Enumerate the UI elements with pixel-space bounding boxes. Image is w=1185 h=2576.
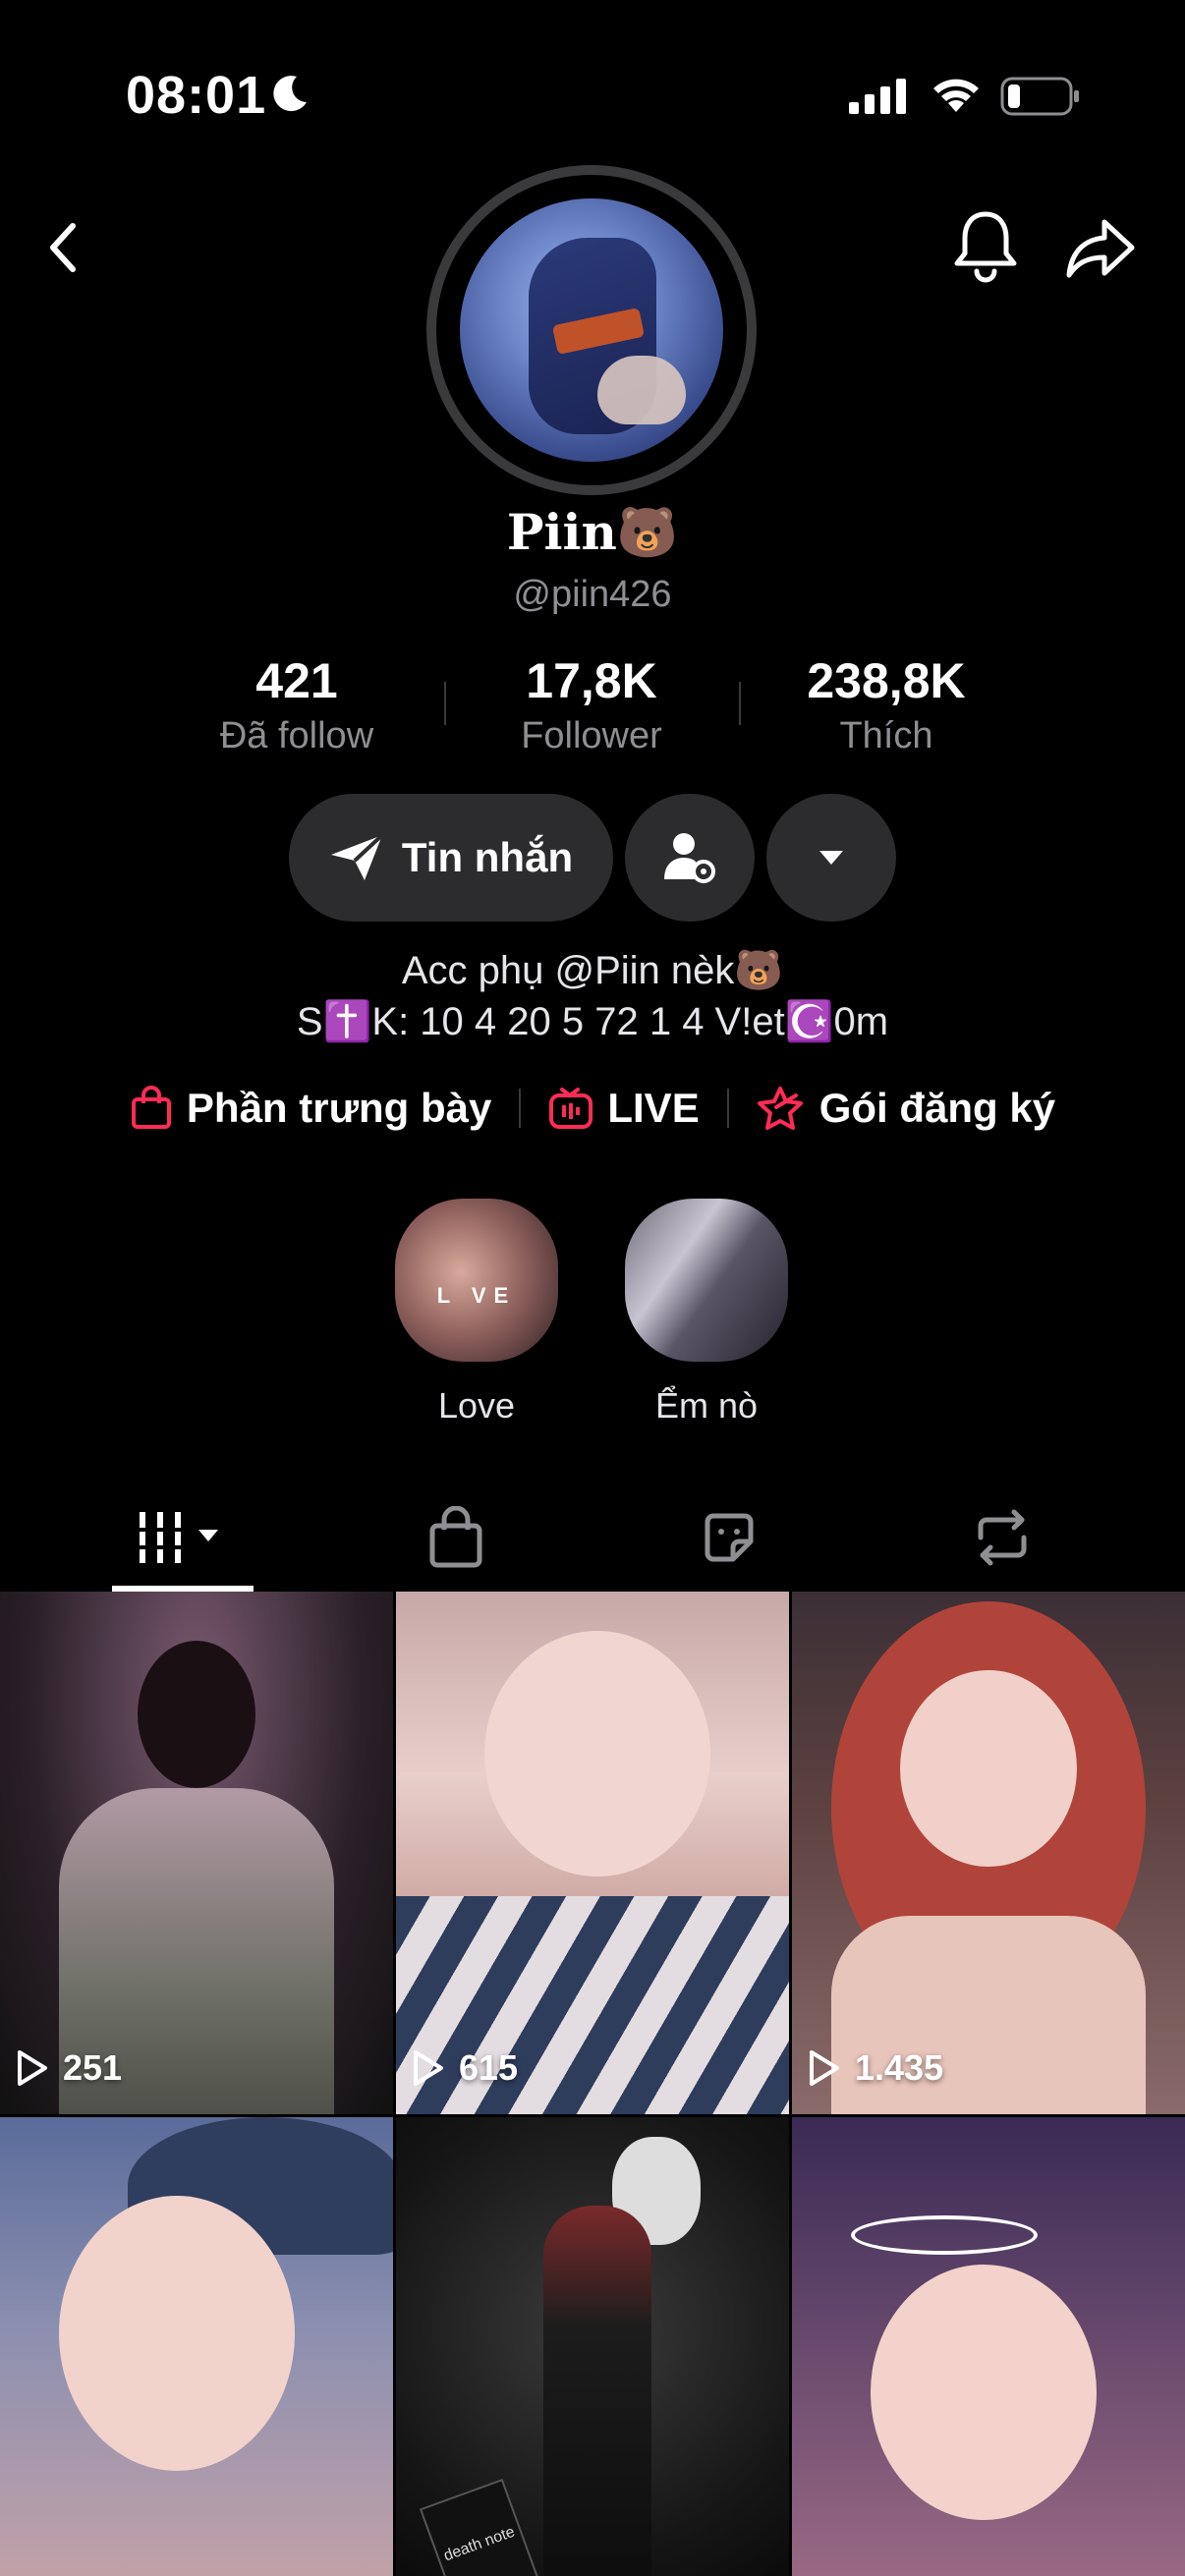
- notification-bell-icon[interactable]: [951, 208, 1020, 283]
- live-label: LIVE: [607, 1085, 700, 1131]
- video-thumbnail[interactable]: [0, 2117, 393, 2576]
- bag-icon: [429, 1506, 482, 1568]
- send-icon: [330, 833, 384, 880]
- subscription-link[interactable]: Gói đăng ký: [757, 1085, 1055, 1132]
- subscription-label: Gói đăng ký: [818, 1085, 1056, 1131]
- video-thumbnail[interactable]: death note: [396, 2117, 789, 2576]
- stat-following[interactable]: 421 Đã follow: [149, 652, 444, 757]
- display-name: Piin🐻: [506, 503, 679, 561]
- back-arrow-icon[interactable]: [41, 218, 85, 277]
- battery-icon: [1000, 77, 1079, 116]
- caret-down-icon: [819, 851, 843, 865]
- message-button-label: Tin nhắn: [401, 834, 574, 880]
- view-count: 1.435: [808, 2047, 943, 2089]
- avatar: [460, 198, 723, 462]
- stat-label: Thích: [839, 715, 933, 756]
- highlight-caption: Love: [437, 1385, 516, 1426]
- video-thumbnail[interactable]: 615: [396, 1592, 789, 2114]
- repost-icon: [978, 1509, 1027, 1566]
- stat-label: Follower: [521, 715, 662, 756]
- video-thumbnail[interactable]: [792, 2117, 1185, 2576]
- video-thumbnail[interactable]: 251: [0, 1592, 393, 2114]
- sticker-icon: [705, 1513, 754, 1562]
- showcase-label: Phần trưng bày: [186, 1085, 492, 1131]
- stat-label: Đã follow: [219, 715, 374, 756]
- stat-followers[interactable]: 17,8K Follower: [444, 652, 739, 757]
- profile-avatar-ring[interactable]: [426, 165, 757, 495]
- highlight-caption: Ểm nò: [654, 1385, 759, 1426]
- link-separator: [726, 1089, 729, 1128]
- showcase-link[interactable]: Phần trưng bày: [130, 1085, 491, 1132]
- share-arrow-icon[interactable]: [1065, 216, 1138, 281]
- more-options-button[interactable]: [766, 794, 896, 922]
- shopping-bag-icon: [131, 1086, 171, 1129]
- tab-reposts[interactable]: [924, 1493, 1081, 1582]
- follow-settings-button[interactable]: [625, 794, 755, 922]
- profile-links-row: Phần trưng bày LIVE Gói đăng ký: [0, 1085, 1185, 1132]
- death-note-book: death note: [419, 2478, 540, 2576]
- cellular-signal-icon: [849, 79, 906, 114]
- link-separator: [519, 1089, 522, 1128]
- content-tabs: [0, 1493, 1185, 1592]
- status-bar: 08:01: [0, 0, 1185, 147]
- highlight-thumbnail: [625, 1199, 788, 1362]
- focus-moon-icon: [273, 76, 307, 112]
- view-count-value: 1.435: [855, 2047, 944, 2088]
- bio-line-2: S✝️K: 10 4 20 5 72 1 4 V!et☪️0m: [296, 1000, 889, 1043]
- view-count-value: 615: [459, 2047, 519, 2088]
- stat-value: 421: [255, 653, 338, 708]
- live-link[interactable]: LIVE: [548, 1085, 700, 1132]
- tab-stickers[interactable]: [650, 1493, 808, 1582]
- status-time: 08:01: [126, 66, 267, 125]
- view-count: 251: [16, 2047, 122, 2089]
- play-icon: [18, 2050, 47, 2086]
- highlight-em-no[interactable]: Ểm nò: [623, 1199, 790, 1427]
- message-button[interactable]: Tin nhắn: [289, 794, 613, 922]
- subscription-star-icon: [757, 1087, 803, 1130]
- tab-shop[interactable]: [377, 1493, 535, 1582]
- live-tv-icon: [549, 1088, 593, 1129]
- highlight-overlay-text: L VE: [436, 1283, 517, 1308]
- play-icon: [414, 2050, 443, 2086]
- grid-icon: [136, 1512, 218, 1563]
- tab-videos[interactable]: [104, 1493, 261, 1582]
- username-handle: @piin426: [513, 574, 672, 615]
- highlight-thumbnail: L VE: [395, 1199, 558, 1362]
- stat-likes[interactable]: 238,8K Thích: [739, 652, 1034, 757]
- view-count: 615: [412, 2047, 518, 2089]
- highlight-love[interactable]: L VE Love: [393, 1199, 560, 1427]
- stat-value: 238,8K: [807, 653, 966, 708]
- play-icon: [810, 2050, 839, 2086]
- wifi-icon: [933, 79, 979, 112]
- video-thumbnail[interactable]: 1.435: [792, 1592, 1185, 2114]
- stat-value: 17,8K: [526, 653, 657, 708]
- person-settings-icon: [664, 833, 715, 883]
- bio-line-1: Acc phụ @Piin nèk🐻: [401, 949, 784, 992]
- view-count-value: 251: [63, 2047, 123, 2088]
